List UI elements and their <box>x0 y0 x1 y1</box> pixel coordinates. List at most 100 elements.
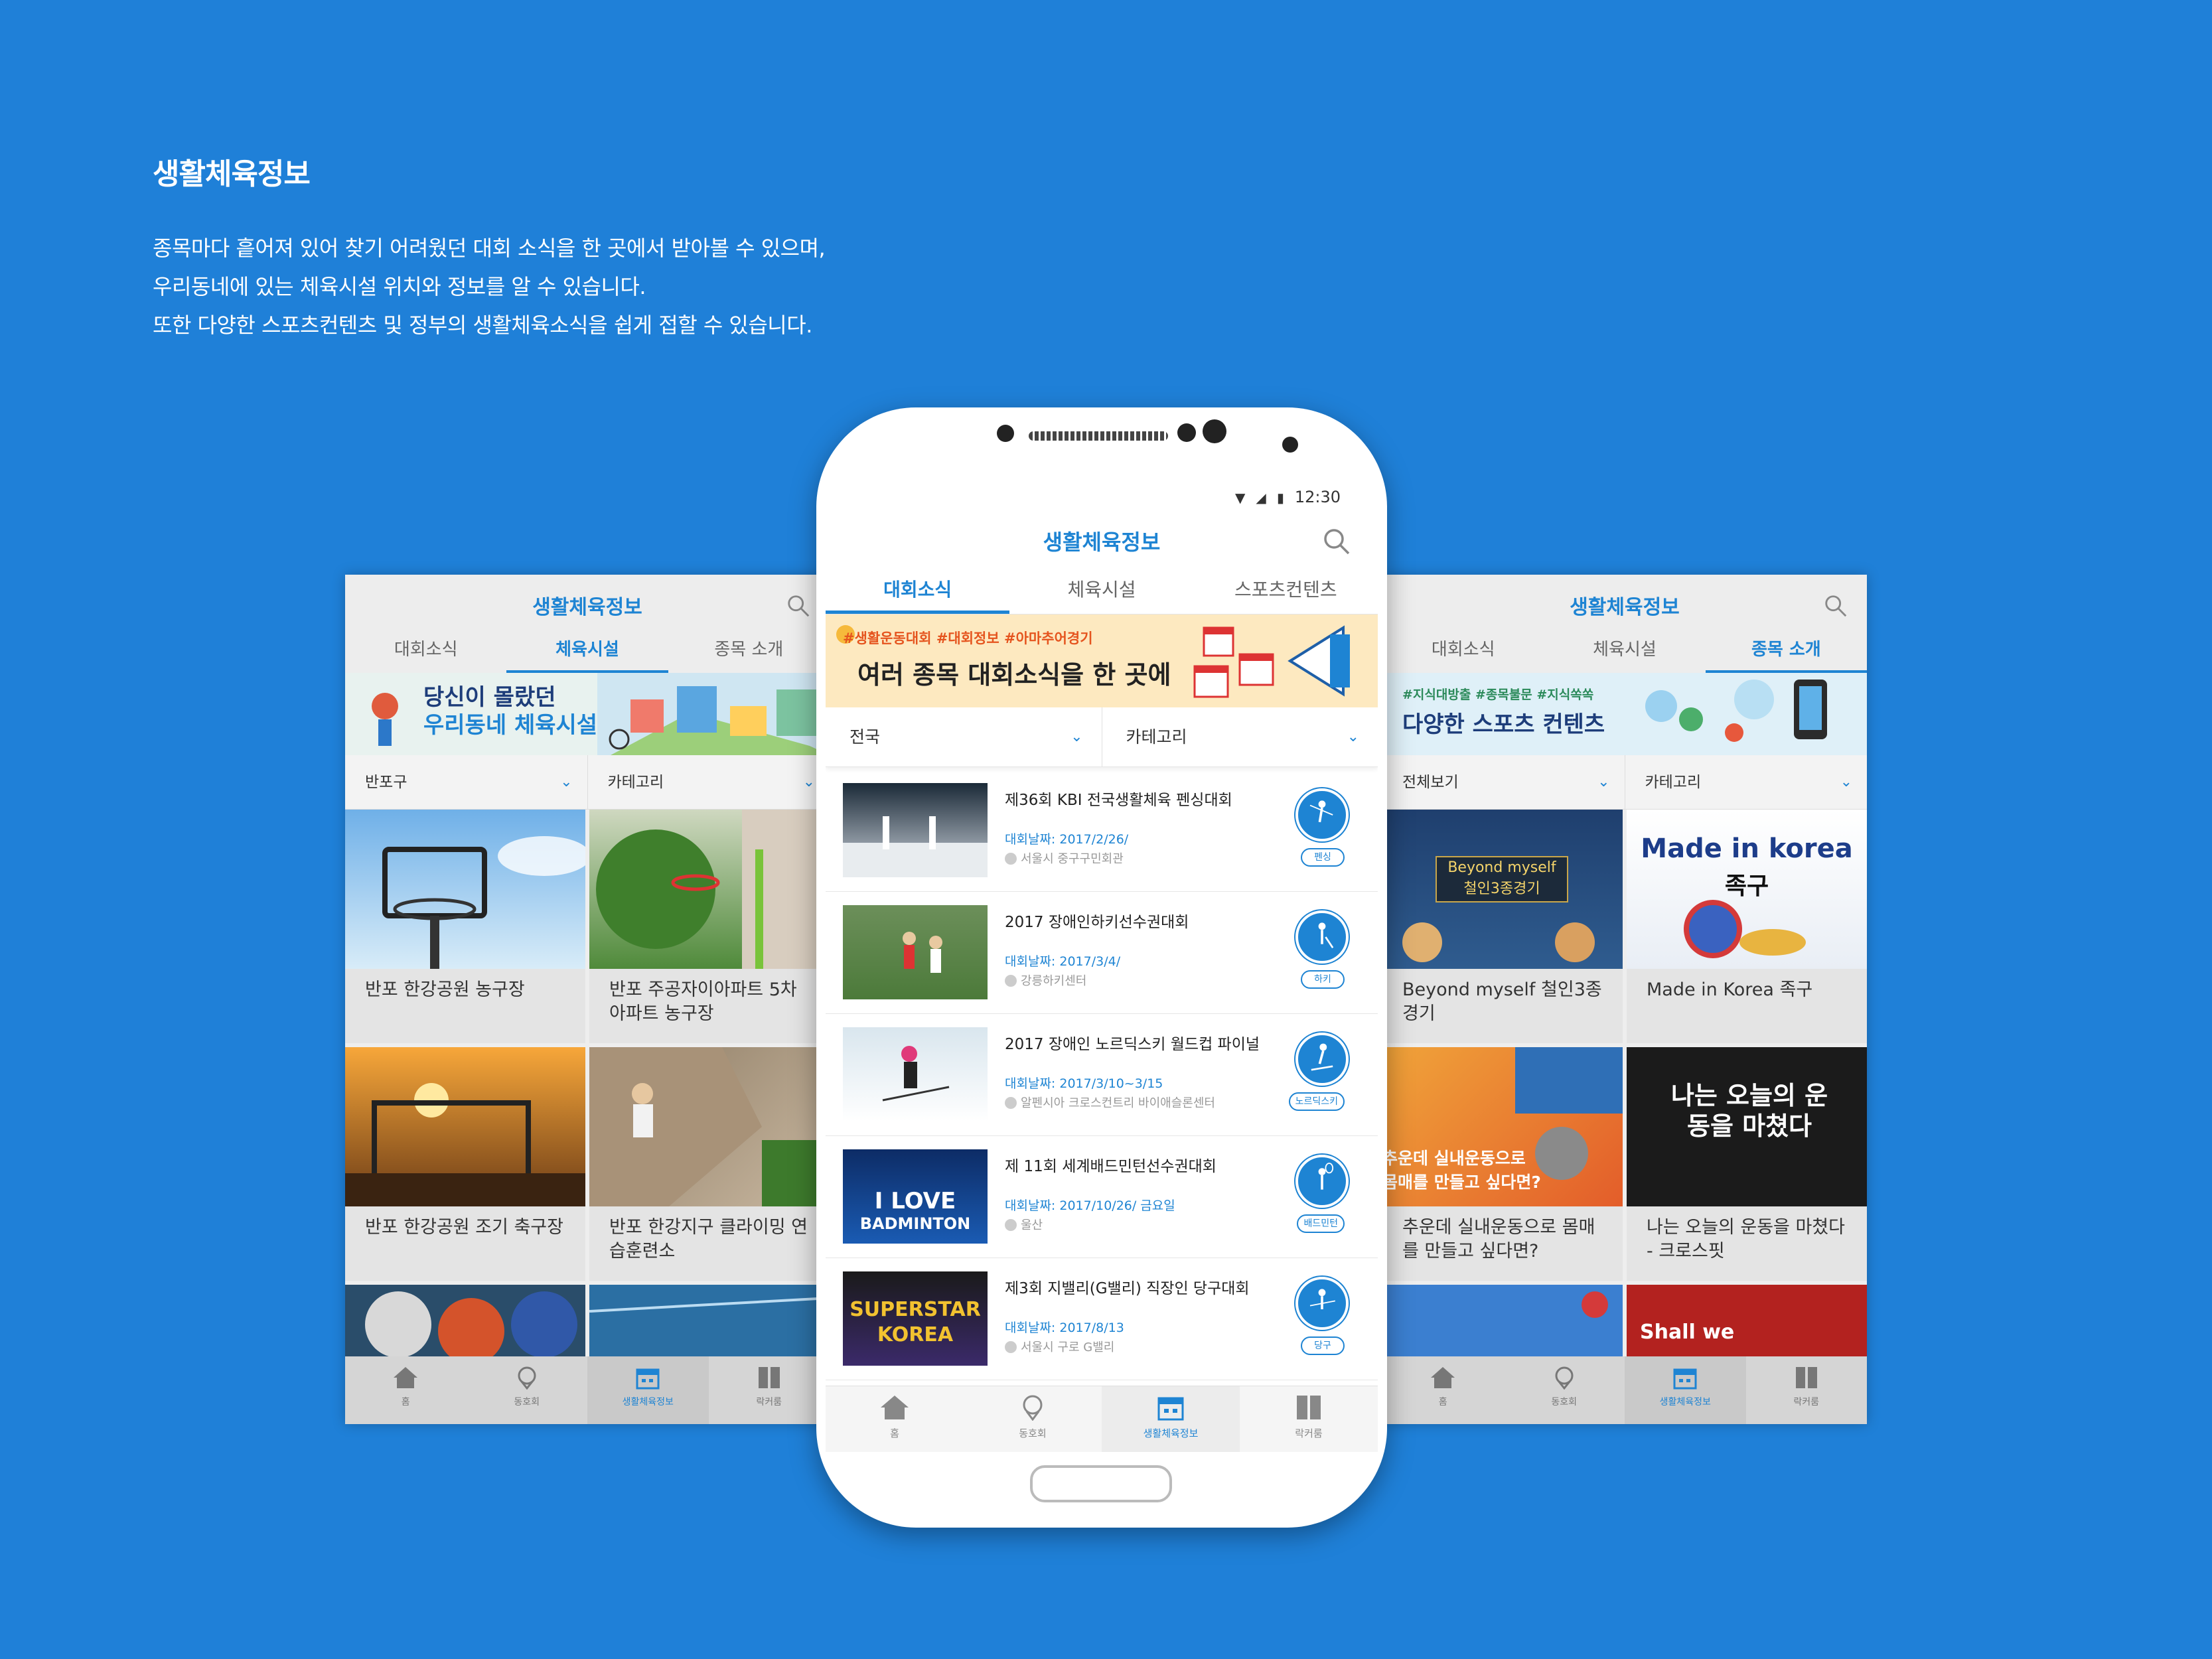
chevron-down-icon: ⌄ <box>802 774 815 790</box>
event-thumbnail <box>843 1027 988 1121</box>
tab-sports-intro[interactable]: 종목 소개 <box>668 632 830 673</box>
event-item[interactable]: 제36회 KBI 전국생활체육 펜싱대회 대회날짜: 2017/2/26/ 서울… <box>826 770 1378 892</box>
event-thumbnail: I LOVE BADMINTON <box>843 1149 988 1244</box>
search-icon[interactable] <box>1823 593 1848 618</box>
calendar-icon <box>1673 1368 1697 1390</box>
sport-tag: 펜싱 <box>1301 848 1345 867</box>
home-button[interactable] <box>1030 1465 1172 1502</box>
signal-icon: ◢ <box>1256 490 1266 506</box>
main-phone: ▼ ◢ ▮ 12:30 생활체육정보 대회소식 체육시설 스포츠컨텐츠 #생활운동 <box>816 407 1387 1528</box>
home-icon <box>1431 1367 1455 1388</box>
tab-sports-contents[interactable]: 스포츠컨텐츠 <box>1194 571 1378 614</box>
facility-card[interactable]: 반포 주공자이아파트 5차 아파트 농구장 <box>589 810 830 1043</box>
tab-bar: 대회소식 체육시설 스포츠컨텐츠 <box>826 571 1378 614</box>
search-icon[interactable] <box>1322 527 1351 556</box>
region-select[interactable]: 반포구 ⌄ <box>345 755 588 809</box>
content-image: Beyond myself 철인3종경기 <box>1382 810 1623 969</box>
sport-tag: 당구 <box>1301 1336 1345 1355</box>
description-line: 또한 다양한 스포츠컨텐츠 및 정부의 생활체육소식을 쉽게 접할 수 있습니다… <box>153 313 812 338</box>
banner-text: 당신이 몰랐던 우리동네 체육시설 <box>423 684 598 739</box>
chevron-down-icon: ⌄ <box>1070 729 1083 745</box>
filter-bar: 반포구 ⌄ 카테고리 ⌄ <box>345 755 830 810</box>
nav-club[interactable]: 동호회 <box>467 1356 588 1424</box>
event-thumbnail: SUPERSTAR KOREA <box>843 1271 988 1366</box>
status-bar: ▼ ◢ ▮ 12:30 <box>826 480 1378 512</box>
sensor-dot <box>1177 423 1196 442</box>
nav-club[interactable]: 동호회 <box>1504 1356 1625 1424</box>
locker-icon <box>758 1367 780 1388</box>
filter-bar: 전체보기 ⌄ 카테고리 ⌄ <box>1382 755 1867 810</box>
status-time: 12:30 <box>1294 488 1341 506</box>
facilities-banner[interactable]: 당신이 몰랐던 우리동네 체육시설 <box>345 673 830 755</box>
app-header: 생활체육정보 <box>345 575 830 632</box>
facility-grid: 반포 한강공원 농구장 반포 주공자이아파트 5차 아파트 농구장 반포 한강공… <box>345 810 830 1424</box>
view-all-select[interactable]: 전체보기 ⌄ <box>1382 755 1625 809</box>
event-thumbnail <box>843 905 988 999</box>
tab-facilities[interactable]: 체육시설 <box>506 632 668 673</box>
content-image: 추운데 실내운동으로 몸매를 만들고 싶다면? <box>1382 1047 1623 1206</box>
nav-home[interactable]: 홈 <box>345 1356 467 1424</box>
right-phone-screen: 생활체육정보 대회소식 체육시설 종목 소개 #지식대방출 #종목불문 #지식쏙… <box>1382 575 1867 1424</box>
content-image: 나는 오늘의 운동을 마쳤다 <box>1627 1047 1867 1206</box>
facility-card[interactable]: 반포 한강공원 농구장 <box>345 810 585 1043</box>
nav-sports-info[interactable]: 생활체육정보 <box>587 1356 709 1424</box>
app-title: 생활체육정보 <box>532 596 642 619</box>
event-item[interactable]: SUPERSTAR KOREA 제3회 지밸리(G밸리) 직장인 당구대회 대회… <box>826 1258 1378 1380</box>
contents-banner[interactable]: #지식대방출 #종목불문 #지식쏙쏙 다양한 스포츠 컨텐츠 <box>1382 673 1867 755</box>
sensor-dot <box>997 425 1014 442</box>
chevron-down-icon: ⌄ <box>1840 774 1852 790</box>
tab-competition[interactable]: 대회소식 <box>826 571 1010 614</box>
category-select[interactable]: 카테고리 ⌄ <box>588 755 830 809</box>
nav-home[interactable]: 홈 <box>1382 1356 1504 1424</box>
nav-sports-info[interactable]: 생활체육정보 <box>1102 1386 1240 1452</box>
event-item[interactable]: 2017 장애인하키선수권대회 대회날짜: 2017/3/4/ 강릉하키센터 하… <box>826 892 1378 1014</box>
facility-card[interactable]: 반포 한강지구 클라이밍 연습훈련소 <box>589 1047 830 1281</box>
tab-competition[interactable]: 대회소식 <box>345 632 506 673</box>
main-screen: ▼ ◢ ▮ 12:30 생활체육정보 대회소식 체육시설 스포츠컨텐츠 #생활운동 <box>826 480 1378 1452</box>
tab-sports-intro[interactable]: 종목 소개 <box>1705 632 1867 673</box>
category-select[interactable]: 카테고리 ⌄ <box>1625 755 1868 809</box>
event-item[interactable]: 2017 장애인 노르딕스키 월드컵 파이널 대회날짜: 2017/3/10~3… <box>826 1014 1378 1136</box>
region-select[interactable]: 전국 ⌄ <box>826 707 1102 766</box>
bottom-navigation: 홈 동호회 생활체육정보 락커룸 <box>826 1386 1378 1452</box>
nav-sports-info[interactable]: 생활체육정보 <box>1625 1356 1746 1424</box>
billiards-icon <box>1295 1277 1349 1330</box>
nav-locker[interactable]: 락커룸 <box>709 1356 830 1424</box>
tab-facilities[interactable]: 체육시설 <box>1009 571 1193 614</box>
facility-image <box>589 1047 830 1206</box>
nav-club[interactable]: 동호회 <box>964 1386 1102 1452</box>
content-card[interactable]: 나는 오늘의 운동을 마쳤다 나는 오늘의 운동을 마쳤다 - 크로스핏 <box>1627 1047 1867 1281</box>
chevron-down-icon: ⌄ <box>1347 729 1359 745</box>
tab-competition[interactable]: 대회소식 <box>1382 632 1544 673</box>
content-card[interactable]: 추운데 실내운동으로 몸매를 만들고 싶다면? 추운데 실내운동으로 몸매를 만… <box>1382 1047 1623 1281</box>
event-item[interactable]: I LOVE BADMINTON 제 11회 세계배드민턴선수권대회 대회날짜:… <box>826 1136 1378 1258</box>
location-pin-icon <box>1023 1395 1043 1421</box>
content-card[interactable]: Made in korea 족구 Made in Korea 족구 <box>1627 810 1867 1043</box>
facility-image <box>589 810 830 969</box>
search-icon[interactable] <box>786 593 811 618</box>
nav-locker[interactable]: 락커룸 <box>1746 1356 1868 1424</box>
facility-card[interactable]: 반포 한강공원 조기 축구장 <box>345 1047 585 1281</box>
content-card[interactable]: Beyond myself 철인3종경기 Beyond myself 철인3종경… <box>1382 810 1623 1043</box>
fencing-icon <box>1295 788 1349 841</box>
competition-banner[interactable]: #생활운동대회 #대회정보 #아마추어경기 여러 종목 대회소식을 한 곳에 <box>826 614 1378 707</box>
tab-bar: 대회소식 체육시설 종목 소개 <box>345 632 830 673</box>
section-title: 생활체육정보 <box>153 157 311 191</box>
bottom-navigation: 홈 동호회 생활체육정보 락커룸 <box>345 1356 830 1424</box>
nav-home[interactable]: 홈 <box>826 1386 964 1452</box>
calendar-icon <box>1157 1397 1184 1421</box>
tab-facilities[interactable]: 체육시설 <box>1544 632 1705 673</box>
bottom-navigation: 홈 동호회 생활체육정보 락커룸 <box>1382 1356 1867 1424</box>
nav-locker[interactable]: 락커룸 <box>1240 1386 1378 1452</box>
event-list: 제36회 KBI 전국생활체육 펜싱대회 대회날짜: 2017/2/26/ 서울… <box>826 770 1378 1380</box>
filter-bar: 전국 ⌄ 카테고리 ⌄ <box>826 707 1378 767</box>
facility-image <box>345 1047 585 1206</box>
event-thumbnail <box>843 783 988 877</box>
ski-icon <box>1295 1033 1349 1086</box>
locker-icon <box>1297 1396 1321 1419</box>
category-select[interactable]: 카테고리 ⌄ <box>1102 707 1378 766</box>
app-title: 생활체육정보 <box>1570 596 1680 619</box>
wifi-icon: ▼ <box>1235 490 1246 506</box>
badminton-icon <box>1295 1155 1349 1208</box>
description-line: 종목마다 흩어져 있어 찾기 어려웠던 대회 소식을 한 곳에서 받아볼 수 있… <box>153 236 826 261</box>
